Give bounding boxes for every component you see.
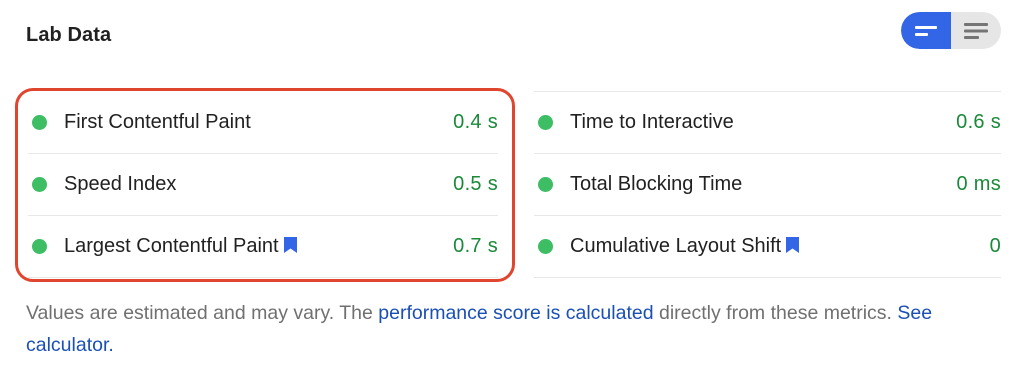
metric-label: Largest Contentful Paint	[64, 216, 298, 277]
metric-value: 0 ms	[956, 173, 1001, 195]
metric-row: Speed Index 0.5 s	[28, 154, 498, 216]
metric-label: Time to Interactive	[570, 92, 734, 153]
footer-text-1: Values are estimated and may vary. The	[26, 302, 379, 324]
metric-value: 0.5 s	[453, 173, 498, 195]
pass-status-icon	[538, 239, 553, 254]
metric-label: First Contentful Paint	[64, 92, 251, 153]
metric-label: Total Blocking Time	[570, 154, 742, 215]
pass-status-icon	[32, 239, 47, 254]
metric-label: Speed Index	[64, 154, 176, 215]
metric-label-text: Time to Interactive	[570, 111, 734, 133]
core-web-vital-bookmark-icon	[786, 237, 800, 253]
core-web-vital-bookmark-icon	[283, 237, 297, 253]
metric-label: Cumulative Layout Shift	[570, 216, 800, 277]
view-toggle[interactable]	[901, 12, 1001, 49]
list-view-button[interactable]	[951, 12, 1001, 49]
summary-view-button[interactable]	[901, 12, 951, 49]
pass-status-icon	[538, 177, 553, 192]
metric-row: Largest Contentful Paint 0.7 s	[28, 216, 498, 278]
metrics-column-left: First Contentful Paint 0.4 s Speed Index 0.…	[28, 92, 498, 278]
metric-row: Time to Interactive 0.6 s	[534, 92, 1001, 154]
metrics-column-right: Time to Interactive 0.6 s Total Blocking T…	[534, 92, 1001, 278]
metric-value: 0.4 s	[453, 111, 498, 133]
metric-row: Cumulative Layout Shift 0	[534, 216, 1001, 278]
pass-status-icon	[32, 115, 47, 130]
list-view-icon	[964, 22, 988, 39]
metric-label-text: Total Blocking Time	[570, 173, 743, 195]
footer-text-2: directly from these metrics.	[653, 302, 898, 324]
footer-note: Values are estimated and may vary. The p…	[26, 297, 986, 361]
metric-value: 0.6 s	[956, 111, 1001, 133]
section-title: Lab Data	[26, 24, 112, 46]
metric-value: 0.7 s	[453, 235, 498, 257]
performance-score-link[interactable]: performance score is calculated	[378, 302, 653, 324]
summary-view-icon	[915, 25, 937, 36]
metric-value: 0	[989, 235, 1001, 257]
metric-label-text: Cumulative Layout Shift	[570, 235, 782, 257]
metric-row: Total Blocking Time 0 ms	[534, 154, 1001, 216]
metric-label-text: First Contentful Paint	[64, 111, 251, 133]
metric-label-text: Largest Contentful Paint	[64, 235, 279, 257]
metric-label-text: Speed Index	[64, 173, 177, 195]
pass-status-icon	[32, 177, 47, 192]
metric-row: First Contentful Paint 0.4 s	[28, 92, 498, 154]
pass-status-icon	[538, 115, 553, 130]
